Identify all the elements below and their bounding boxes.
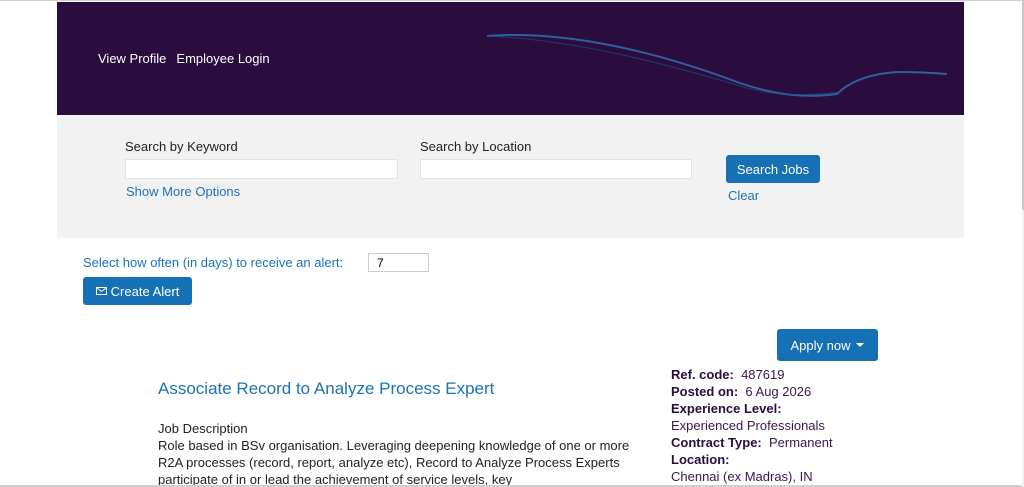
job-location-value: Chennai (ex Madras), IN	[671, 469, 813, 484]
top-border	[0, 0, 1024, 1]
ref-code-row: Ref. code: 487619	[671, 366, 784, 383]
site-header: View Profile Employee Login	[57, 2, 964, 115]
job-location-label: Location:	[671, 452, 730, 467]
create-alert-label: Create Alert	[110, 283, 180, 299]
clear-link[interactable]: Clear	[728, 188, 759, 203]
keyword-search-input[interactable]	[125, 159, 398, 179]
experience-level-value: Experienced Professionals	[671, 418, 825, 433]
job-title: Associate Record to Analyze Process Expe…	[158, 379, 495, 398]
experience-level-label: Experience Level:	[671, 401, 782, 416]
job-description-body: Role based in BSv organisation. Leveragi…	[158, 438, 630, 487]
location-label-row: Location:	[671, 451, 730, 468]
create-alert-button[interactable]: Create Alert	[83, 277, 192, 305]
location-label: Search by Location	[420, 139, 532, 154]
posted-on-value: 6 Aug 2026	[745, 384, 812, 399]
experience-level-label-row: Experience Level:	[671, 400, 782, 417]
page: View Profile Employee Login Search by Ke…	[0, 0, 1024, 487]
header-wave-decoration	[486, 34, 947, 97]
show-more-options-link[interactable]: Show More Options	[126, 184, 240, 199]
contract-type-label: Contract Type:	[671, 435, 762, 450]
contract-type-value: Permanent	[769, 435, 833, 450]
caret-down-icon	[856, 343, 865, 347]
contract-type-row: Contract Type: Permanent	[671, 434, 833, 451]
location-search-input[interactable]	[420, 159, 692, 179]
posted-on-row: Posted on: 6 Aug 2026	[671, 383, 811, 400]
search-jobs-button[interactable]: Search Jobs	[726, 155, 820, 183]
alert-days-input[interactable]	[368, 253, 429, 272]
apply-now-button[interactable]: Apply now	[777, 329, 878, 361]
employee-login-link[interactable]: Employee Login	[176, 51, 269, 66]
keyword-label: Search by Keyword	[125, 139, 238, 154]
view-profile-link[interactable]: View Profile	[98, 51, 166, 66]
header-nav: View Profile Employee Login	[98, 51, 270, 66]
search-panel: Search by Keyword Show More Options Sear…	[57, 115, 964, 238]
ref-code-label: Ref. code:	[671, 367, 734, 382]
posted-on-label: Posted on:	[671, 384, 739, 399]
apply-now-label: Apply now	[790, 337, 851, 353]
alert-frequency-label: Select how often (in days) to receive an…	[83, 255, 344, 270]
ref-code-value: 487619	[741, 367, 785, 382]
job-description-heading: Job Description	[158, 421, 248, 436]
envelope-icon	[95, 287, 107, 295]
